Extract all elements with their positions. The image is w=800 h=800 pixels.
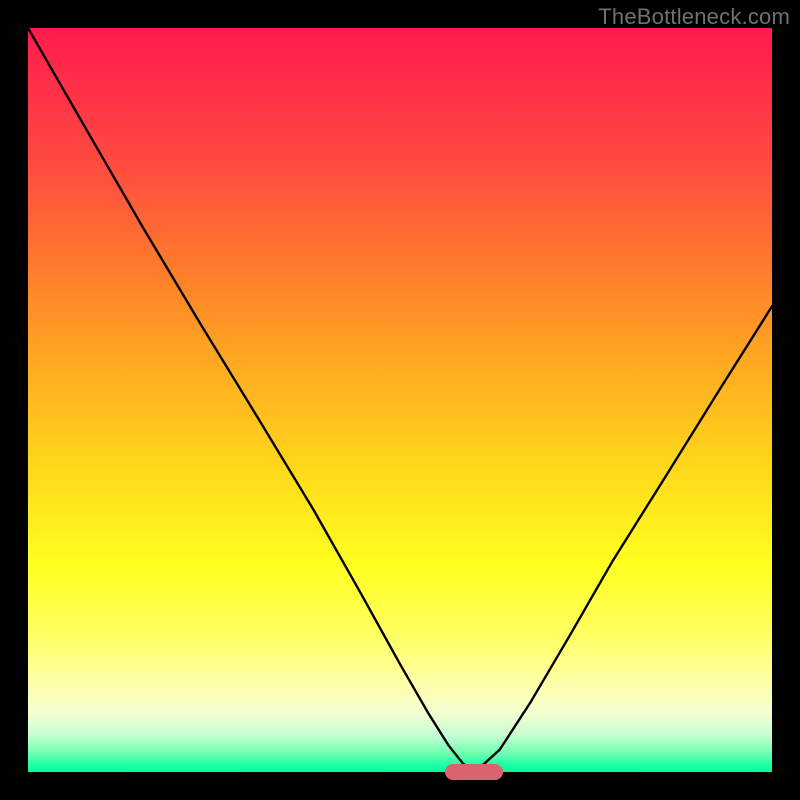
bottleneck-curve: [28, 28, 772, 772]
minimum-marker: [445, 764, 503, 780]
watermark-text: TheBottleneck.com: [598, 4, 790, 30]
plot-area: [28, 28, 772, 772]
outer-frame: TheBottleneck.com: [0, 0, 800, 800]
